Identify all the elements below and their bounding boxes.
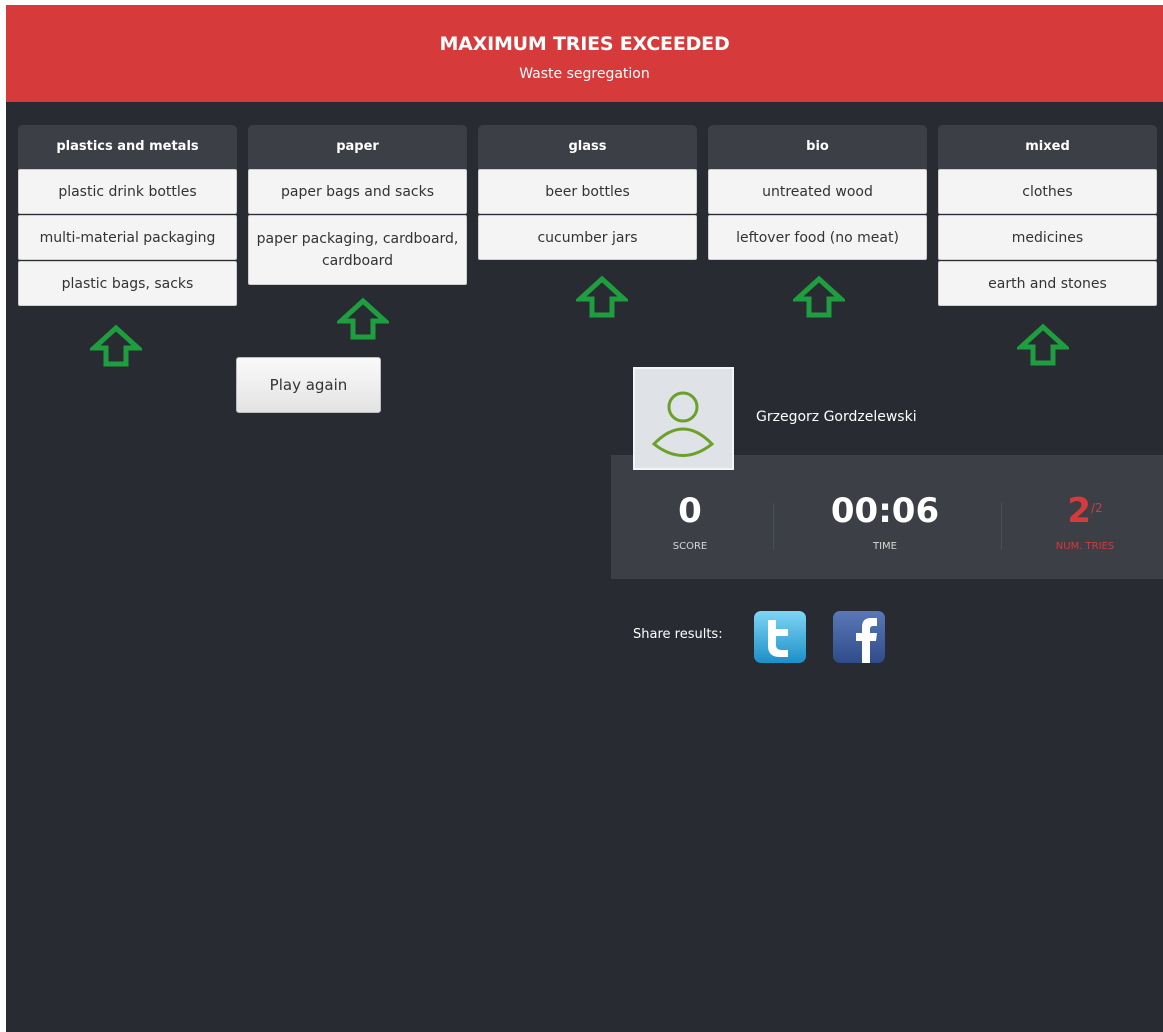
bin-header: mixed bbox=[938, 125, 1157, 169]
tries-stat: 2/2 NUM. TRIES bbox=[1007, 455, 1163, 579]
bin-header: plastics and metals bbox=[18, 125, 237, 169]
arrow-up-icon bbox=[793, 275, 845, 318]
waste-item[interactable]: leftover food (no meat) bbox=[708, 215, 927, 260]
bin-column-paper[interactable]: paper paper bags and sacks paper packagi… bbox=[248, 125, 467, 286]
bin-column-glass[interactable]: glass beer bottles cucumber jars bbox=[478, 125, 697, 261]
arrow-up-icon bbox=[576, 275, 628, 318]
bin-header: bio bbox=[708, 125, 927, 169]
score-stat: 0 SCORE bbox=[611, 455, 769, 579]
game-frame: MAXIMUM TRIES EXCEEDED Waste segregation… bbox=[6, 5, 1163, 1032]
banner-title: MAXIMUM TRIES EXCEEDED bbox=[439, 33, 730, 55]
waste-item[interactable]: plastic bags, sacks bbox=[18, 261, 237, 306]
bin-column-mixed[interactable]: mixed clothes medicines earth and stones bbox=[938, 125, 1157, 307]
tries-value: 2/2 bbox=[1007, 491, 1163, 531]
waste-item[interactable]: beer bottles bbox=[478, 169, 697, 214]
waste-item[interactable]: cucumber jars bbox=[478, 215, 697, 260]
facebook-icon[interactable] bbox=[833, 611, 885, 663]
waste-item[interactable]: earth and stones bbox=[938, 261, 1157, 306]
avatar bbox=[633, 367, 734, 470]
result-banner: MAXIMUM TRIES EXCEEDED Waste segregation bbox=[6, 5, 1163, 102]
banner-subtitle: Waste segregation bbox=[519, 66, 650, 82]
waste-item[interactable]: untreated wood bbox=[708, 169, 927, 214]
arrow-up-icon bbox=[90, 324, 142, 367]
time-value: 00:06 bbox=[830, 491, 940, 531]
waste-item[interactable]: multi-material packaging bbox=[18, 215, 237, 260]
time-label: TIME bbox=[872, 541, 897, 552]
bin-column-plastics-and-metals[interactable]: plastics and metals plastic drink bottle… bbox=[18, 125, 237, 307]
waste-item[interactable]: medicines bbox=[938, 215, 1157, 260]
divider bbox=[1001, 503, 1002, 549]
waste-item[interactable]: clothes bbox=[938, 169, 1157, 214]
time-stat: 00:06 TIME bbox=[779, 455, 991, 579]
waste-item[interactable]: plastic drink bottles bbox=[18, 169, 237, 214]
divider bbox=[773, 503, 774, 549]
waste-item[interactable]: paper bags and sacks bbox=[248, 169, 467, 214]
tries-max: /2 bbox=[1090, 501, 1103, 515]
tries-label: NUM. TRIES bbox=[1055, 541, 1115, 552]
tries-count: 2 bbox=[1067, 491, 1091, 531]
bin-header: glass bbox=[478, 125, 697, 169]
play-again-button[interactable]: Play again bbox=[236, 357, 381, 413]
user-icon bbox=[651, 391, 715, 457]
player-name: Grzegorz Gordzelewski bbox=[756, 409, 917, 425]
bin-column-bio[interactable]: bio untreated wood leftover food (no mea… bbox=[708, 125, 927, 261]
bin-header: paper bbox=[248, 125, 467, 169]
share-label: Share results: bbox=[633, 627, 723, 642]
score-value: 0 bbox=[678, 491, 702, 531]
waste-item[interactable]: paper packaging, cardboard, cardboard bbox=[248, 215, 467, 285]
arrow-up-icon bbox=[337, 297, 389, 340]
arrow-up-icon bbox=[1017, 323, 1069, 366]
score-label: SCORE bbox=[672, 541, 708, 552]
twitter-icon[interactable] bbox=[754, 611, 806, 663]
stats-panel: 0 SCORE 00:06 TIME 2/2 NUM. TRIES bbox=[611, 455, 1163, 579]
